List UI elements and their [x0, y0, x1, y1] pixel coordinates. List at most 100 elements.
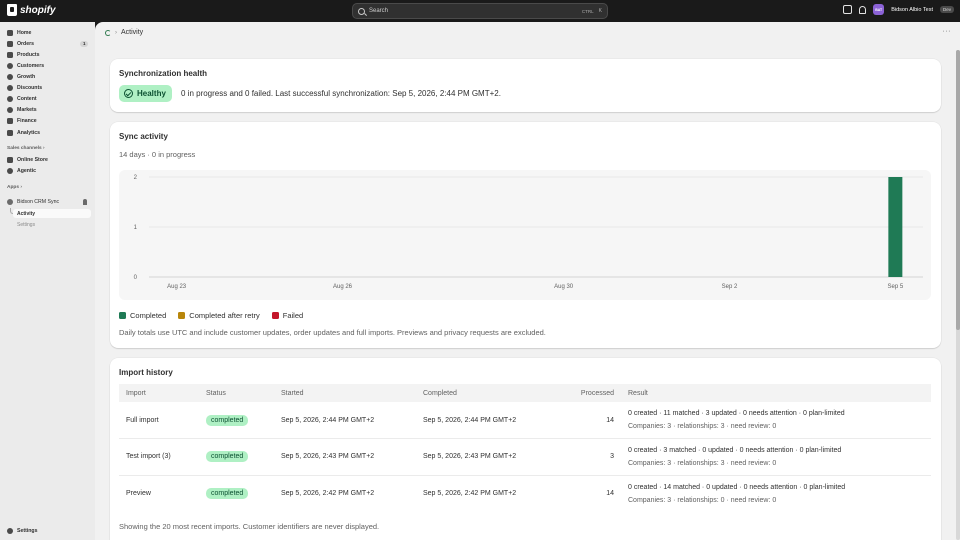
status-badge: completed	[206, 414, 249, 426]
bell-icon[interactable]	[859, 5, 867, 14]
result-summary: 0 created · 3 matched · 0 updated · 0 ne…	[628, 446, 842, 454]
sidebar-item-growth[interactable]: Growth	[4, 72, 91, 82]
finance-icon	[7, 118, 13, 124]
x-tick-label: Aug 23	[167, 284, 187, 290]
brand-name: shopify	[20, 4, 56, 16]
sidebar-item-settings[interactable]: Settings	[4, 526, 91, 536]
more-actions-icon[interactable]: ···	[943, 28, 952, 35]
sidebar-item-orders[interactable]: Orders 1	[4, 39, 91, 49]
x-tick-label: Sep 5	[888, 284, 904, 290]
sidebar-subitem-label: Settings	[17, 221, 36, 228]
apps-heading[interactable]: Apps ›	[7, 185, 22, 190]
sidebar-item-discounts[interactable]: Discounts	[4, 83, 91, 93]
import-history-table: Import Status Started Completed Processe…	[119, 384, 931, 512]
breadcrumb-separator: ›	[115, 29, 117, 36]
sidebar-item-label: Markets	[17, 107, 37, 113]
shopify-bag-icon	[7, 4, 17, 16]
app-icon[interactable]	[105, 29, 111, 36]
sidebar-subitem-settings[interactable]: Settings	[13, 220, 91, 229]
result-summary: 0 created · 11 matched · 3 updated · 0 n…	[628, 410, 845, 417]
status-badge: completed	[206, 488, 249, 499]
shopify-logo[interactable]: shopify	[7, 4, 56, 16]
sidebar-item-finance[interactable]: Finance	[4, 116, 91, 126]
health-title: Synchronization health	[119, 69, 208, 78]
sync-subtitle: 14 days · 0 in progress	[119, 150, 196, 159]
sync-activity-card: Sync activity 14 days · 0 in progress 0 1…	[110, 122, 941, 348]
sidebar-item-bidson-crm-sync[interactable]: Bidson CRM Sync	[4, 197, 91, 207]
health-card: Synchronization health Healthy 0 in prog…	[110, 59, 941, 112]
store-icon[interactable]	[843, 5, 853, 14]
sidebar-item-home[interactable]: Home	[4, 28, 91, 38]
sidebar-item-products[interactable]: Products	[4, 50, 91, 60]
main-content: › Activity ··· Synchronization health He…	[95, 22, 960, 540]
result-cell: 0 created · 11 matched · 3 updated · 0 n…	[621, 402, 931, 439]
sidebar-subitem-label: Activity	[17, 210, 36, 217]
search-placeholder: Search	[369, 8, 389, 14]
sidebar-item-label: Bidson CRM Sync	[17, 199, 60, 205]
scrollbar[interactable]	[956, 50, 960, 540]
sales-channels-label: Sales channels	[7, 146, 42, 151]
legend-swatch	[119, 312, 126, 319]
import-name: Test import (3)	[119, 438, 199, 476]
legend-item-completed-after-retry: Completed after retry	[178, 311, 260, 320]
column-header: Started	[274, 384, 416, 402]
result-cell: 0 created · 3 matched · 0 updated · 0 ne…	[621, 438, 931, 476]
sales-channels-heading[interactable]: Sales channels ›	[7, 146, 45, 151]
orders-icon	[7, 41, 13, 47]
customers-icon	[7, 63, 13, 69]
result-detail: Companies: 3 · relationships: 0 · need r…	[628, 496, 777, 504]
sidebar-item-analytics[interactable]: Analytics	[4, 128, 91, 138]
status-text: Healthy	[137, 89, 166, 98]
dev-badge: Dev	[939, 6, 954, 13]
completed-cell: Sep 5, 2026, 2:42 PM GMT+2	[423, 490, 517, 497]
check-circle-icon	[124, 89, 133, 98]
avatar[interactable]: BAT	[873, 4, 885, 15]
sidebar-item-label: Products	[17, 52, 40, 58]
sidebar-item-label: Agentic	[17, 168, 37, 174]
sync-title: Sync activity	[119, 132, 168, 141]
home-icon	[7, 30, 13, 36]
discounts-icon	[7, 85, 13, 91]
sidebar-item-label: Customers	[17, 63, 45, 69]
x-tick-label: Sep 2	[722, 284, 738, 290]
started-cell: Sep 5, 2026, 2:44 PM GMT+2	[274, 402, 416, 439]
apps-label: Apps	[7, 185, 19, 190]
analytics-icon	[7, 130, 13, 136]
legend-label: Completed	[130, 311, 167, 320]
shortcut-modifier: CTRL	[581, 8, 594, 14]
completed-cell: Sep 5, 2026, 2:43 PM GMT+2	[416, 438, 536, 476]
legend-item-completed: Completed	[119, 311, 166, 320]
store-name[interactable]: Bidson Albio Test	[891, 7, 933, 13]
pin-icon[interactable]	[83, 199, 87, 205]
legend-label: Completed after retry	[189, 311, 260, 320]
sidebar-item-label: Discounts	[17, 85, 43, 91]
table-row: Test import (3) completed Sep 5, 2026, 2…	[119, 438, 931, 476]
column-header: Processed	[536, 384, 621, 402]
import-history-title: Import history	[119, 368, 173, 377]
sidebar-item-label: Finance	[17, 118, 37, 124]
sidebar-item-markets[interactable]: Markets	[4, 105, 91, 115]
sync-chart: 0 1 2 Aug 23 Aug 26 Aug 30 Sep 2 Sep 5	[134, 175, 923, 290]
sidebar-item-customers[interactable]: Customers	[4, 61, 91, 71]
search-bar[interactable]: Search CTRL K	[352, 3, 608, 19]
result-detail: Companies: 3 · relationships: 3 · need r…	[628, 459, 777, 467]
bar-completed	[888, 177, 903, 277]
chart-area: 0 1 2 Aug 23 Aug 26 Aug 30 Sep 2 Sep 5	[119, 170, 931, 300]
sidebar-item-content[interactable]: Content	[4, 94, 91, 104]
gear-icon	[7, 528, 13, 534]
table-row: Full import completed Sep 5, 2026, 2:44 …	[119, 402, 931, 439]
sidebar-item-label: Online Store	[17, 157, 48, 163]
scroll-thumb[interactable]	[956, 50, 960, 330]
started-cell: Sep 5, 2026, 2:42 PM GMT+2	[281, 490, 375, 497]
sidebar-item-label: Settings	[17, 528, 38, 534]
shortcut-key: K	[598, 8, 602, 14]
sidebar-item-agentic[interactable]: Agentic	[4, 166, 91, 176]
table-note: Showing the 20 most recent imports. Cust…	[119, 522, 380, 531]
status-cell: completed	[199, 402, 274, 439]
orders-count-badge: 1	[80, 40, 88, 47]
y-tick-label: 2	[134, 175, 138, 181]
sidebar-item-online-store[interactable]: Online Store	[4, 155, 91, 165]
status-badge: completed	[206, 451, 249, 463]
sidebar-item-label: Orders	[17, 41, 35, 47]
sidebar-subitem-activity[interactable]: Activity	[13, 209, 91, 218]
